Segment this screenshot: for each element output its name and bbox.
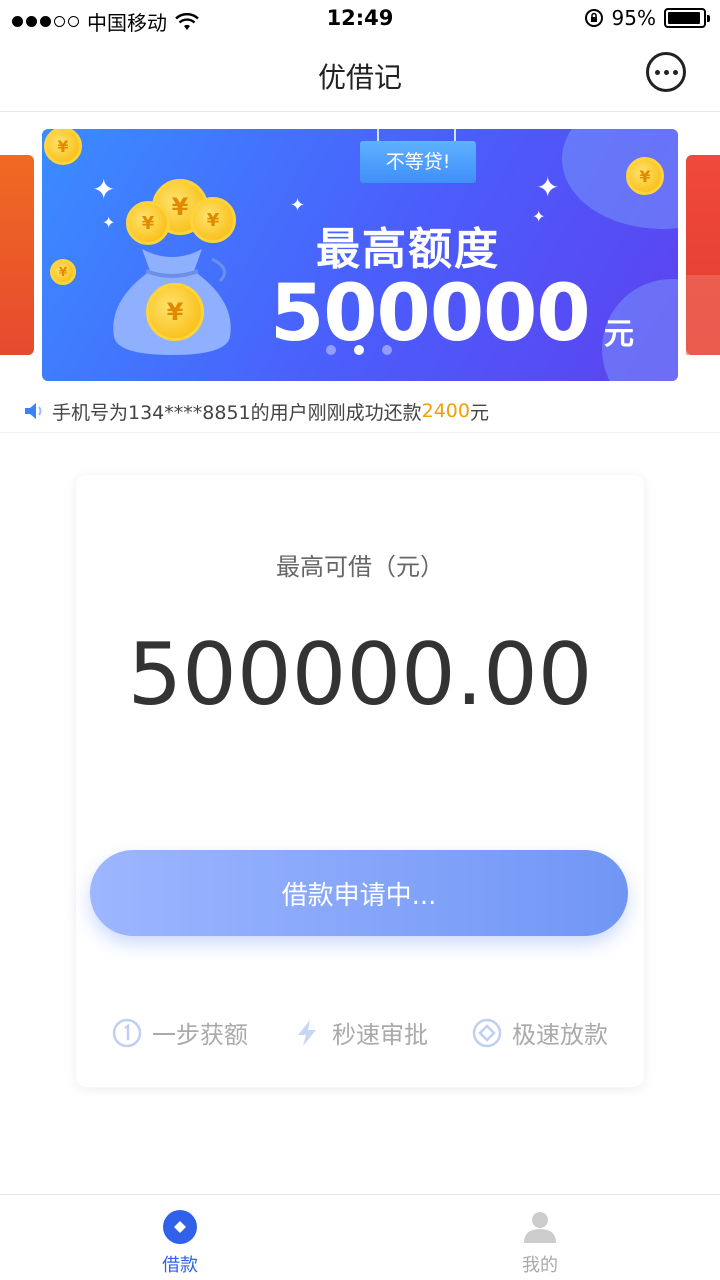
tab-bar: 借款 我的 (0, 1194, 720, 1280)
status-right: 95% (584, 6, 710, 30)
feature-item: 一步获额 (112, 1015, 248, 1050)
max-borrow-label: 最高可借（元） (276, 553, 444, 581)
number-one-icon (112, 1018, 142, 1047)
coin-icon: ¥ (50, 259, 76, 285)
carousel-indicator (326, 345, 392, 355)
loan-icon (163, 1210, 197, 1244)
coin-icon: ¥ (44, 129, 82, 165)
feature-label: 一步获额 (152, 1021, 248, 1049)
page-title: 优借记 (317, 61, 402, 94)
sparkle-icon: ✦ (102, 213, 116, 232)
notice-amount: 2400 (421, 400, 470, 422)
sparkle-icon: ✦ (532, 207, 546, 226)
rotation-lock-icon (584, 9, 603, 27)
carousel-dot[interactable] (326, 345, 336, 355)
feature-label: 秒速审批 (332, 1021, 428, 1049)
more-dots-icon[interactable] (646, 52, 686, 92)
max-borrow-amount: 500000.00 (127, 625, 593, 725)
carousel-next-slide[interactable] (686, 155, 720, 355)
sparkle-icon: ✦ (536, 171, 560, 204)
loan-card: 最高可借（元） 500000.00 借款申请中... 一步获额 秒速审批 极速放… (76, 475, 644, 1087)
sparkle-icon: ✦ (92, 173, 116, 206)
sparkle-icon: ✦ (290, 195, 306, 216)
nav-bar: 优借记 (0, 38, 720, 112)
speaker-icon (25, 403, 42, 419)
banner-unit: 元 (604, 317, 634, 352)
carousel-dot[interactable] (354, 345, 364, 355)
divider (0, 432, 720, 433)
feature-item: 极速放款 (472, 1015, 608, 1050)
banner-tag: 不等贷! (360, 141, 476, 183)
coin-icon: ¥ (146, 283, 204, 341)
tab-label: 借款 (162, 1255, 198, 1276)
tab-profile[interactable]: 我的 (360, 1195, 720, 1280)
promo-banner[interactable]: 不等贷! ¥ ¥ ¥ ¥ ¥ ¥ ¥ ✦ ✦ ✦ ✦ ✦ 最高额度 500000… (42, 129, 678, 381)
lightning-icon (298, 1019, 316, 1046)
carousel-dot[interactable] (382, 345, 392, 355)
carousel-prev-slide[interactable] (0, 155, 34, 355)
user-icon (524, 1212, 556, 1243)
tab-label: 我的 (522, 1255, 558, 1276)
repayment-notice: 手机号为134****8851的用户刚刚成功还款 2400 元 (22, 396, 489, 426)
notice-text-suffix: 元 (469, 401, 489, 424)
feature-label: 极速放款 (512, 1021, 608, 1049)
tab-loan[interactable]: 借款 (0, 1195, 360, 1280)
feature-item: 秒速审批 (292, 1015, 428, 1050)
battery-percent: 95% (611, 6, 656, 30)
coin-icon (472, 1018, 502, 1047)
status-bar: 中国移动 12:49 95% (0, 0, 720, 38)
banner-headline: 最高额度 (316, 224, 500, 275)
feature-list: 一步获额 秒速审批 极速放款 (76, 1015, 644, 1050)
banner-amount: 500000 (270, 269, 591, 359)
apply-loan-button[interactable]: 借款申请中... (90, 850, 628, 936)
battery-icon (664, 8, 710, 28)
notice-text-prefix: 手机号为134****8851的用户刚刚成功还款 (52, 401, 422, 424)
coin-icon: ¥ (626, 157, 664, 195)
